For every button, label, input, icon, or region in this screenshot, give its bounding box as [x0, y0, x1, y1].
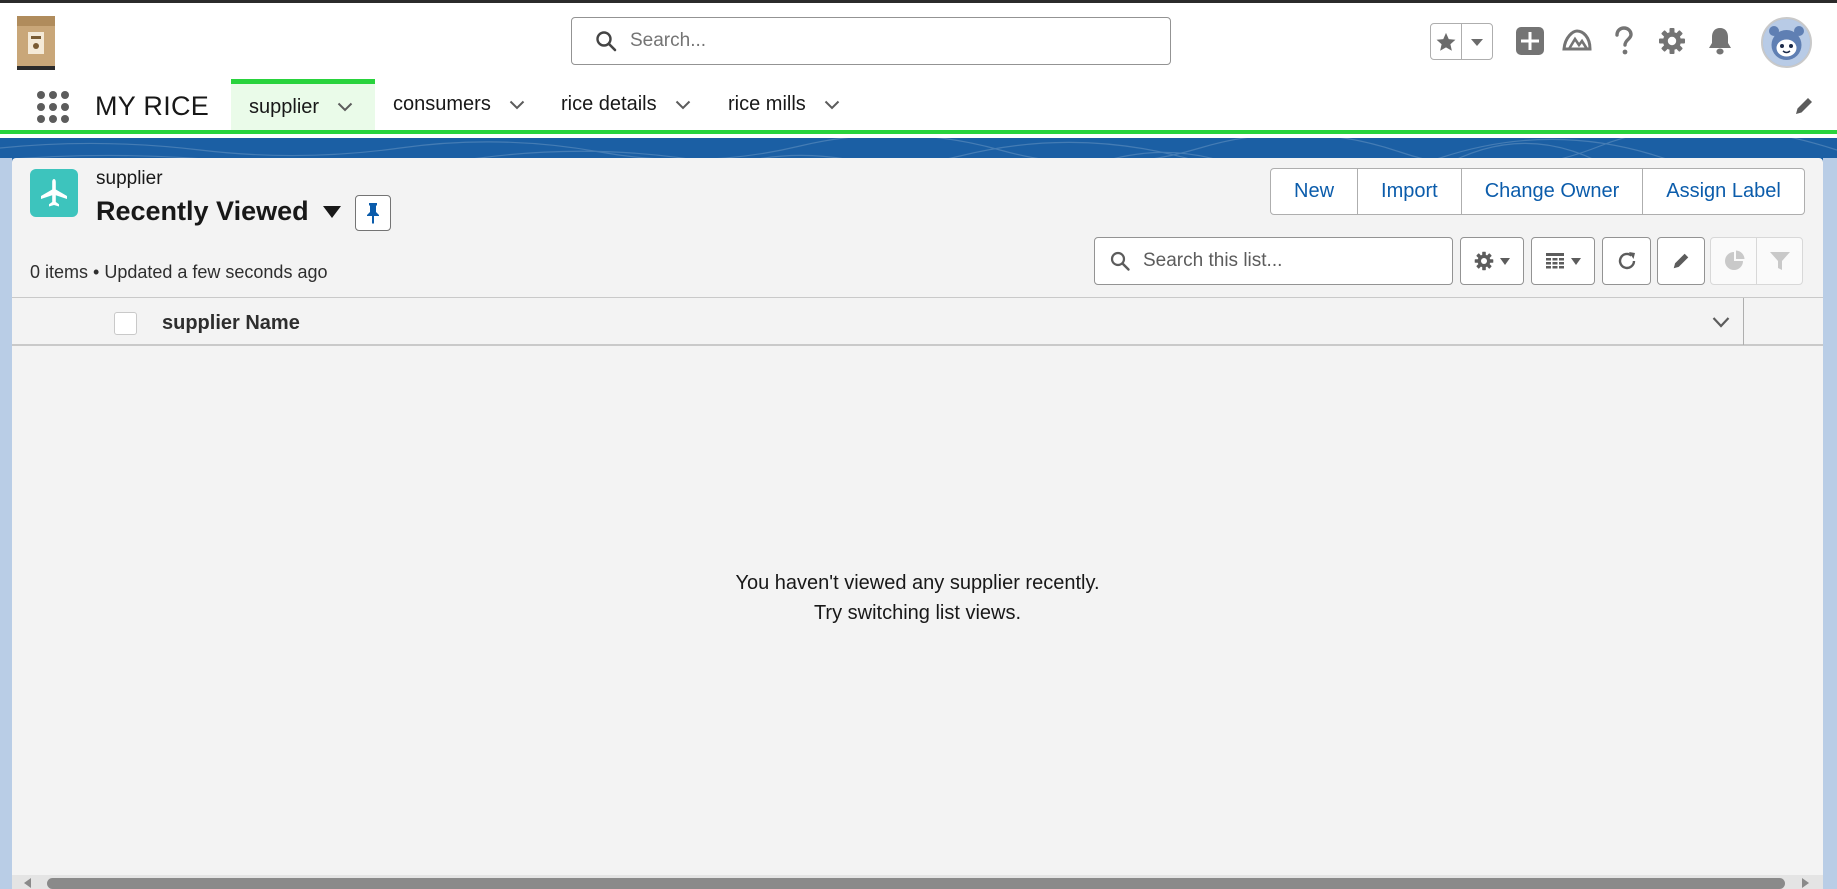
add-icon: [1516, 27, 1544, 55]
help-icon: [1615, 26, 1633, 55]
app-name: MY RICE: [95, 91, 210, 121]
table-header: supplier Name: [12, 297, 1823, 346]
favorites-dropdown-button[interactable]: [1461, 24, 1492, 59]
empty-state-line-2: Try switching list views.: [813, 602, 1022, 624]
chart-filter-group: [1710, 237, 1803, 285]
scroll-right-icon[interactable]: [1799, 877, 1811, 889]
right-gutter: [1823, 158, 1837, 889]
tab-label: rice details: [561, 93, 657, 115]
list-status-text: 0 items • Updated a few seconds ago: [30, 262, 328, 282]
help-button[interactable]: [1608, 25, 1640, 57]
setup-button[interactable]: [1656, 25, 1688, 57]
favorites-group: [1430, 23, 1493, 60]
chevron-down-icon[interactable]: [509, 100, 525, 110]
tab-supplier[interactable]: supplier: [231, 79, 375, 130]
table-icon: [1546, 253, 1564, 269]
tab-consumers[interactable]: consumers: [393, 79, 525, 130]
gear-icon: [1474, 251, 1494, 271]
new-button[interactable]: New: [1271, 169, 1357, 214]
left-gutter: [0, 158, 12, 889]
scrollbar-thumb[interactable]: [47, 878, 1785, 889]
tab-label: consumers: [393, 93, 491, 115]
change-owner-button[interactable]: Change Owner: [1460, 169, 1643, 214]
empty-state-line-1: You haven't viewed any supplier recently…: [735, 572, 1100, 594]
airplane-icon: [41, 179, 67, 207]
global-header: Search...: [0, 3, 1837, 79]
chevron-down-icon[interactable]: [675, 100, 691, 110]
tab-label: supplier: [249, 95, 320, 118]
charts-button[interactable]: [1711, 238, 1756, 284]
list-view-name: Recently Viewed: [96, 196, 309, 226]
notifications-button[interactable]: [1704, 25, 1736, 57]
filters-button[interactable]: [1756, 238, 1802, 284]
list-search-input[interactable]: Search this list...: [1094, 237, 1453, 285]
favorites-star-button[interactable]: [1431, 24, 1461, 59]
assign-label-button[interactable]: Assign Label: [1642, 169, 1804, 214]
trailhead-icon: [1562, 29, 1592, 51]
chevron-down-icon[interactable]: [824, 100, 840, 110]
chevron-down-icon[interactable]: [337, 102, 353, 112]
global-search-placeholder: Search...: [630, 30, 707, 51]
pencil-icon: [1796, 98, 1812, 114]
object-label: supplier: [96, 168, 163, 189]
supplier-object-icon: [30, 169, 78, 217]
list-actions: New Import Change Owner Assign Label: [1270, 168, 1805, 215]
pin-icon: [367, 203, 379, 224]
chevron-down-icon[interactable]: [1712, 316, 1730, 328]
global-search-input[interactable]: Search...: [571, 17, 1171, 65]
list-view-selector[interactable]: Recently Viewed: [96, 196, 341, 227]
scroll-left-icon[interactable]: [22, 877, 34, 889]
trailhead-button[interactable]: [1561, 25, 1593, 57]
display-as-button[interactable]: [1531, 237, 1595, 285]
column-divider[interactable]: [1743, 298, 1744, 345]
app-launcher-button[interactable]: [36, 90, 70, 124]
list-search-placeholder: Search this list...: [1143, 250, 1283, 271]
import-button[interactable]: Import: [1357, 169, 1461, 214]
caret-down-icon: [1471, 38, 1484, 46]
inline-edit-button[interactable]: [1657, 237, 1705, 285]
pie-chart-icon: [1724, 250, 1744, 270]
page-background: supplier Recently Viewed New Import Chan…: [0, 138, 1837, 889]
edit-nav-button[interactable]: [1793, 95, 1815, 117]
pencil-icon: [1673, 253, 1689, 269]
waffle-grid-icon: [37, 91, 69, 123]
caret-down-icon: [322, 205, 341, 218]
user-avatar[interactable]: [1761, 17, 1812, 68]
select-all-checkbox[interactable]: [114, 312, 137, 335]
column-header-supplier-name[interactable]: supplier Name: [162, 312, 300, 335]
global-add-button[interactable]: [1514, 25, 1546, 57]
search-icon: [596, 31, 617, 52]
caret-down-icon: [1500, 257, 1510, 265]
empty-state: You haven't viewed any supplier recently…: [12, 568, 1823, 628]
search-icon: [1110, 251, 1130, 271]
refresh-icon: [1618, 252, 1635, 270]
star-icon: [1436, 32, 1456, 51]
caret-down-icon: [1571, 257, 1581, 265]
horizontal-scrollbar[interactable]: [12, 875, 1823, 889]
list-view-card: supplier Recently Viewed New Import Chan…: [12, 158, 1823, 889]
tab-rice-mills[interactable]: rice mills: [728, 79, 840, 130]
filter-icon: [1769, 252, 1790, 270]
pin-list-view-button[interactable]: [355, 195, 391, 231]
bell-icon: [1709, 28, 1731, 55]
app-navigation-bar: MY RICE supplier consumers rice details …: [0, 79, 1837, 134]
refresh-button[interactable]: [1602, 237, 1651, 285]
tab-rice-details[interactable]: rice details: [561, 79, 691, 130]
gear-icon: [1659, 28, 1685, 54]
list-view-controls-button[interactable]: [1460, 237, 1524, 285]
tab-label: rice mills: [728, 93, 806, 115]
astro-avatar-icon: [1763, 19, 1810, 66]
app-logo[interactable]: [16, 12, 56, 72]
